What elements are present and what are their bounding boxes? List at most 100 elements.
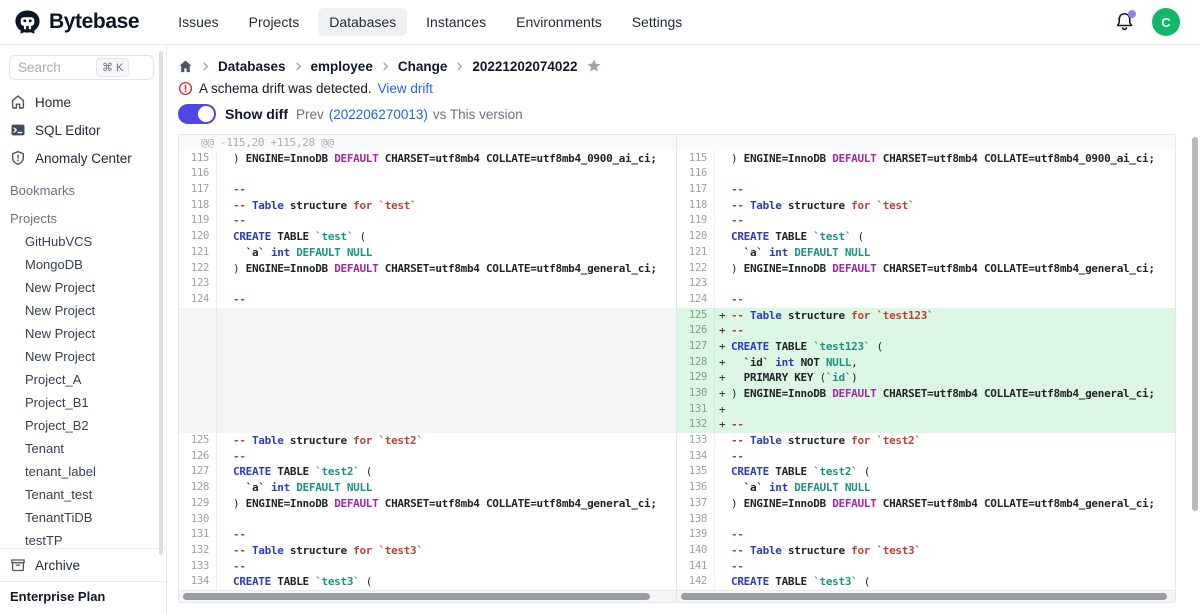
diff-row: 132 -- Table structure for `test3` — [179, 543, 676, 559]
diff-row: 134 -- — [677, 449, 1175, 465]
diff-code-line — [217, 417, 676, 433]
diff-code-line: CREATE TABLE `test2` ( — [217, 464, 676, 480]
diff-code-line: +-- Table structure for `test123` — [715, 308, 1175, 324]
diff-code-line: -- — [217, 213, 676, 229]
sidebar-project-item[interactable]: tenant_label — [0, 460, 166, 483]
search-input[interactable] — [18, 60, 96, 75]
diff-code-line: -- Table structure for `test3` — [217, 543, 676, 559]
project-list: GitHubVCSMongoDBNew ProjectNew ProjectNe… — [0, 230, 166, 548]
diff-row: 122 ) ENGINE=InnoDB DEFAULT CHARSET=utf8… — [677, 261, 1175, 277]
diff-row-added: 125+-- Table structure for `test123` — [677, 308, 1175, 324]
diff-horizontal-scrollbar[interactable] — [179, 590, 676, 602]
diff-row: 139 -- — [677, 527, 1175, 543]
diff-code-line — [217, 402, 676, 418]
diff-code-line: + — [715, 402, 1175, 418]
bytebase-logo-icon — [14, 9, 41, 36]
diff-line-number: 140 — [677, 543, 715, 559]
diff-code-line — [217, 355, 676, 371]
diff-code-line: ) ENGINE=InnoDB DEFAULT CHARSET=utf8mb4 … — [217, 261, 676, 277]
diff-hunk-header — [677, 135, 1175, 151]
sidebar-project-item[interactable]: New Project — [0, 276, 166, 299]
diff-line-number: 128 — [179, 480, 217, 496]
nav-tab-issues[interactable]: Issues — [167, 8, 229, 36]
nav-tab-settings[interactable]: Settings — [621, 8, 694, 36]
sidebar-project-item[interactable]: Project_A — [0, 368, 166, 391]
breadcrumb-item-employee[interactable]: employee — [311, 59, 373, 74]
sidebar-project-item[interactable]: New Project — [0, 345, 166, 368]
home-icon[interactable] — [178, 59, 193, 74]
sidebar-project-item[interactable]: testTP — [0, 529, 166, 548]
notification-dot — [1128, 10, 1136, 18]
nav-tab-instances[interactable]: Instances — [415, 8, 497, 36]
sidebar-item-archive[interactable]: Archive — [0, 548, 166, 581]
star-icon[interactable] — [586, 58, 602, 74]
sidebar-project-item[interactable]: Tenant_test — [0, 483, 166, 506]
sidebar-project-item[interactable]: MongoDB — [0, 253, 166, 276]
diff-line-number — [179, 323, 217, 339]
diff-line-number: 137 — [677, 496, 715, 512]
diff-row: 115 ) ENGINE=InnoDB DEFAULT CHARSET=utf8… — [179, 151, 676, 167]
brand-name: Bytebase — [49, 10, 139, 34]
sidebar-item-home[interactable]: Home — [0, 88, 166, 116]
diff-line-number: 120 — [179, 229, 217, 245]
sidebar-project-item[interactable]: GitHubVCS — [0, 230, 166, 253]
bytebase-logo[interactable]: Bytebase — [14, 9, 139, 36]
view-drift-link[interactable]: View drift — [378, 81, 433, 96]
diff-code-line: ) ENGINE=InnoDB DEFAULT CHARSET=utf8mb4 … — [217, 496, 676, 512]
diff-code-line: -- — [715, 527, 1175, 543]
notification-bell-button[interactable] — [1114, 11, 1136, 33]
show-diff-toggle[interactable] — [178, 104, 216, 124]
sidebar-item-anomaly-center[interactable]: Anomaly Center — [0, 144, 166, 172]
diff-line-number: 119 — [179, 213, 217, 229]
diff-code-line: -- — [715, 559, 1175, 575]
diff-row: 136 `a` int DEFAULT NULL — [677, 480, 1175, 496]
archive-label: Archive — [35, 558, 80, 573]
page-scrollbar[interactable] — [1192, 137, 1198, 511]
sidebar-item-sql-editor[interactable]: SQL Editor — [0, 116, 166, 144]
prev-version-link[interactable]: (202206270013) — [329, 107, 428, 122]
diff-line-number: 126 — [677, 323, 715, 339]
diff-row: 118 -- Table structure for `test` — [179, 198, 676, 214]
vs-this-version-label: vs This version — [433, 107, 523, 122]
nav-tab-environments[interactable]: Environments — [505, 8, 613, 36]
diff-row-filler — [179, 417, 676, 433]
diff-code-line: -- — [715, 292, 1175, 308]
sidebar-project-item[interactable]: Project_B1 — [0, 391, 166, 414]
diff-horizontal-scrollbar[interactable] — [677, 590, 1175, 602]
diff-code-line: ) ENGINE=InnoDB DEFAULT CHARSET=utf8mb4 … — [217, 151, 676, 167]
diff-code-line: CREATE TABLE `test3` ( — [715, 574, 1175, 590]
diff-row-filler — [179, 339, 676, 355]
diff-code-line: ) ENGINE=InnoDB DEFAULT CHARSET=utf8mb4 … — [715, 151, 1175, 167]
sql-editor-icon — [10, 122, 26, 138]
sidebar-project-item[interactable]: Project_B2 — [0, 414, 166, 437]
search-box[interactable]: ⌘ K — [9, 55, 154, 80]
diff-line-number: 128 — [677, 355, 715, 371]
diff-line-number: 142 — [677, 574, 715, 590]
sidebar-project-item[interactable]: New Project — [0, 322, 166, 345]
diff-line-number: 122 — [677, 261, 715, 277]
diff-row: 138 — [677, 512, 1175, 528]
nav-tab-projects[interactable]: Projects — [238, 8, 311, 36]
diff-row-added: 129+ PRIMARY KEY (`id`) — [677, 370, 1175, 386]
top-navbar: Bytebase Issues ProjectsDatabases Instance… — [0, 0, 1200, 45]
diff-code-line: CREATE TABLE `test` ( — [715, 229, 1175, 245]
sidebar-project-item[interactable]: TenantTiDB — [0, 506, 166, 529]
diff-line-number: 125 — [179, 433, 217, 449]
diff-code-line: -- Table structure for `test3` — [715, 543, 1175, 559]
scrollbar-thumb[interactable] — [183, 593, 650, 600]
search-shortcut-kbd: ⌘ K — [96, 58, 129, 77]
breadcrumb-item-databases[interactable]: Databases — [218, 59, 286, 74]
diff-code-line: -- — [217, 559, 676, 575]
diff-code-line: -- — [217, 527, 676, 543]
sidebar-project-item[interactable]: New Project — [0, 299, 166, 322]
sidebar-scrollbar[interactable] — [159, 51, 163, 555]
nav-tab-databases[interactable]: Databases — [318, 8, 407, 36]
scrollbar-thumb[interactable] — [681, 593, 1167, 600]
sidebar-project-item[interactable]: Tenant — [0, 437, 166, 460]
diff-row: 131 -- — [179, 527, 676, 543]
breadcrumb-item-change[interactable]: Change — [398, 59, 448, 74]
user-avatar[interactable]: C — [1152, 8, 1180, 36]
diff-code-line: -- — [715, 449, 1175, 465]
diff-code-line: -- — [217, 292, 676, 308]
sidebar: ⌘ K HomeSQL EditorAnomaly Center Bookmar… — [0, 45, 167, 613]
